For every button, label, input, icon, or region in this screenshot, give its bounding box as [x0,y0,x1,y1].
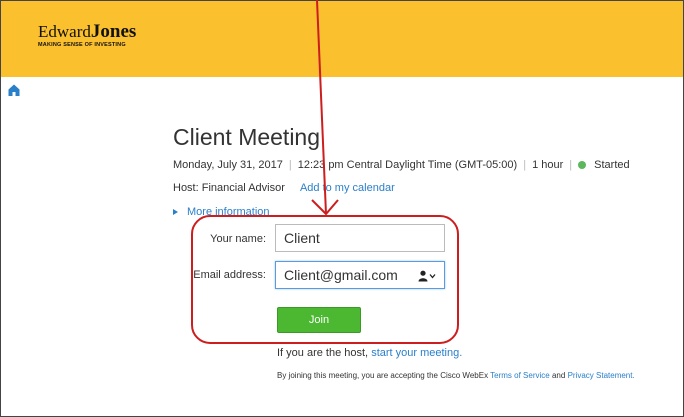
more-information-toggle[interactable]: More information [173,206,270,218]
divider: | [523,159,527,171]
host-row: Host: Financial Advisor Add to my calend… [173,182,395,194]
meeting-duration: 1 hour [532,159,564,171]
header-bar: EdwardJones MAKING SENSE OF INVESTING [1,1,683,77]
terms-and-text: and [551,371,566,380]
name-value: Client [284,230,320,246]
terms-note: By joining this meeting, you are accepti… [277,371,635,380]
terms-of-service-link[interactable]: Terms of Service [490,371,550,380]
meeting-date: Monday, July 31, 2017 [173,159,283,171]
home-icon[interactable] [8,84,20,96]
meeting-meta-row: Monday, July 31, 2017 | 12:23 pm Central… [173,159,630,171]
host-name: Host: Financial Advisor [173,182,285,194]
terms-text: By joining this meeting, you are accepti… [277,371,489,380]
logo-word-edward: Edward [38,22,91,41]
email-label: Email address: [193,269,266,281]
host-note: If you are the host, start your meeting. [277,347,462,359]
logo-word-jones: Jones [90,21,137,42]
email-field[interactable]: Client@gmail.com [275,261,445,289]
join-button[interactable]: Join [277,307,361,333]
meeting-title: Client Meeting [173,124,321,150]
privacy-statement-link[interactable]: Privacy Statement. [568,371,635,380]
more-information-link: More information [187,206,270,218]
divider: | [569,159,573,171]
user-dropdown-icon[interactable] [418,270,436,282]
expand-triangle-icon [173,209,178,215]
start-meeting-link[interactable]: start your meeting. [371,347,462,359]
meeting-time: 12:23 pm Central Daylight Time (GMT-05:0… [297,159,518,171]
add-to-calendar-link[interactable]: Add to my calendar [300,182,395,194]
logo-tagline: MAKING SENSE OF INVESTING [38,42,126,48]
name-field[interactable]: Client [275,224,445,252]
meeting-status: Started [594,159,630,171]
name-label: Your name: [210,233,266,245]
divider: | [288,159,292,171]
edward-jones-logo[interactable]: EdwardJones [38,22,136,41]
host-note-text: If you are the host, [277,347,369,359]
email-value: Client@gmail.com [284,267,398,283]
status-dot-icon [578,161,587,169]
